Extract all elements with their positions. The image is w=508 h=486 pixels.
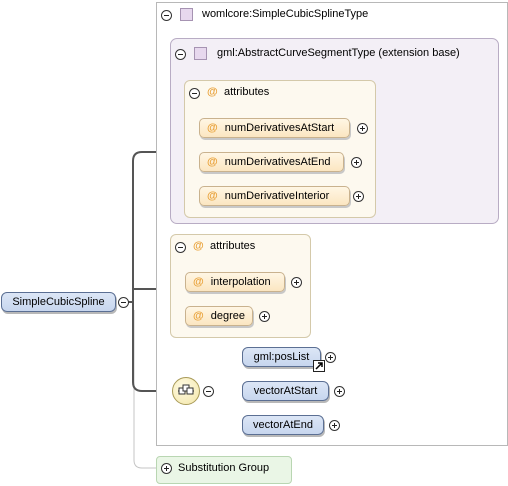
expand-degree-icon[interactable] — [259, 311, 270, 322]
attribute-icon: @ — [207, 190, 218, 202]
expand-vectorAtStart-icon[interactable] — [334, 386, 345, 397]
expand-substitution-icon[interactable] — [161, 463, 172, 474]
expand-vectorAtEnd-icon[interactable] — [329, 420, 340, 431]
extension-title: gml:AbstractCurveSegmentType (extension … — [217, 47, 460, 59]
root-element-label: SimpleCubicSpline — [12, 296, 105, 308]
complex-type-icon — [180, 8, 193, 21]
collapse-ext-attributes-icon[interactable] — [189, 88, 200, 99]
element-gml-posList[interactable]: gml:posList — [242, 347, 321, 367]
expand-numDerivativeInterior-icon[interactable] — [353, 191, 364, 202]
element-label: gml:posList — [253, 351, 310, 363]
collapse-attributes-icon[interactable] — [175, 242, 186, 253]
attribute-label: degree — [210, 310, 245, 322]
attribute-icon: @ — [207, 156, 218, 168]
attribute-interpolation[interactable]: @ interpolation — [185, 272, 285, 292]
attribute-numDerivativesAtStart[interactable]: @ numDerivativesAtStart — [199, 118, 350, 138]
element-label: vectorAtEnd — [253, 419, 313, 431]
attribute-icon: @ — [207, 122, 218, 134]
collapse-type-icon[interactable] — [161, 10, 172, 21]
collapse-sequence-icon[interactable] — [203, 386, 214, 397]
substitution-group-label: Substitution Group — [178, 462, 270, 474]
attribute-label: interpolation — [210, 276, 271, 288]
sequence-compositor-icon[interactable] — [172, 377, 200, 405]
element-vectorAtEnd[interactable]: vectorAtEnd — [242, 415, 324, 435]
attribute-label: numDerivativeInterior — [224, 190, 330, 202]
root-element-SimpleCubicSpline[interactable]: SimpleCubicSpline — [1, 292, 116, 312]
expand-posList-icon[interactable] — [325, 352, 336, 363]
attribute-icon: @ — [193, 310, 204, 322]
attribute-icon: @ — [193, 276, 204, 288]
element-vectorAtStart[interactable]: vectorAtStart — [242, 381, 329, 401]
attribute-label: numDerivativesAtEnd — [224, 156, 331, 168]
element-label: vectorAtStart — [253, 385, 318, 397]
ext-attributes-header: attributes — [224, 86, 270, 98]
attributes-header: attributes — [210, 240, 256, 252]
attribute-degree[interactable]: @ degree — [185, 306, 253, 326]
expand-numDerivativesAtEnd-icon[interactable] — [351, 157, 362, 168]
extension-type-icon — [194, 47, 207, 60]
collapse-extension-icon[interactable] — [175, 49, 186, 60]
sequence-glyph-icon — [178, 384, 194, 395]
expand-interpolation-icon[interactable] — [291, 277, 302, 288]
type-title: womlcore:SimpleCubicSplineType — [202, 8, 369, 20]
attribute-numDerivativesAtEnd[interactable]: @ numDerivativesAtEnd — [199, 152, 344, 172]
collapse-root-icon[interactable] — [118, 297, 129, 308]
expand-numDerivativesAtStart-icon[interactable] — [357, 123, 368, 134]
ext-attributes-at-icon: @ — [207, 86, 218, 98]
attribute-numDerivativeInterior[interactable]: @ numDerivativeInterior — [199, 186, 350, 206]
attributes-at-icon: @ — [193, 240, 204, 252]
attribute-label: numDerivativesAtStart — [224, 122, 335, 134]
reference-arrow-icon — [313, 360, 325, 372]
